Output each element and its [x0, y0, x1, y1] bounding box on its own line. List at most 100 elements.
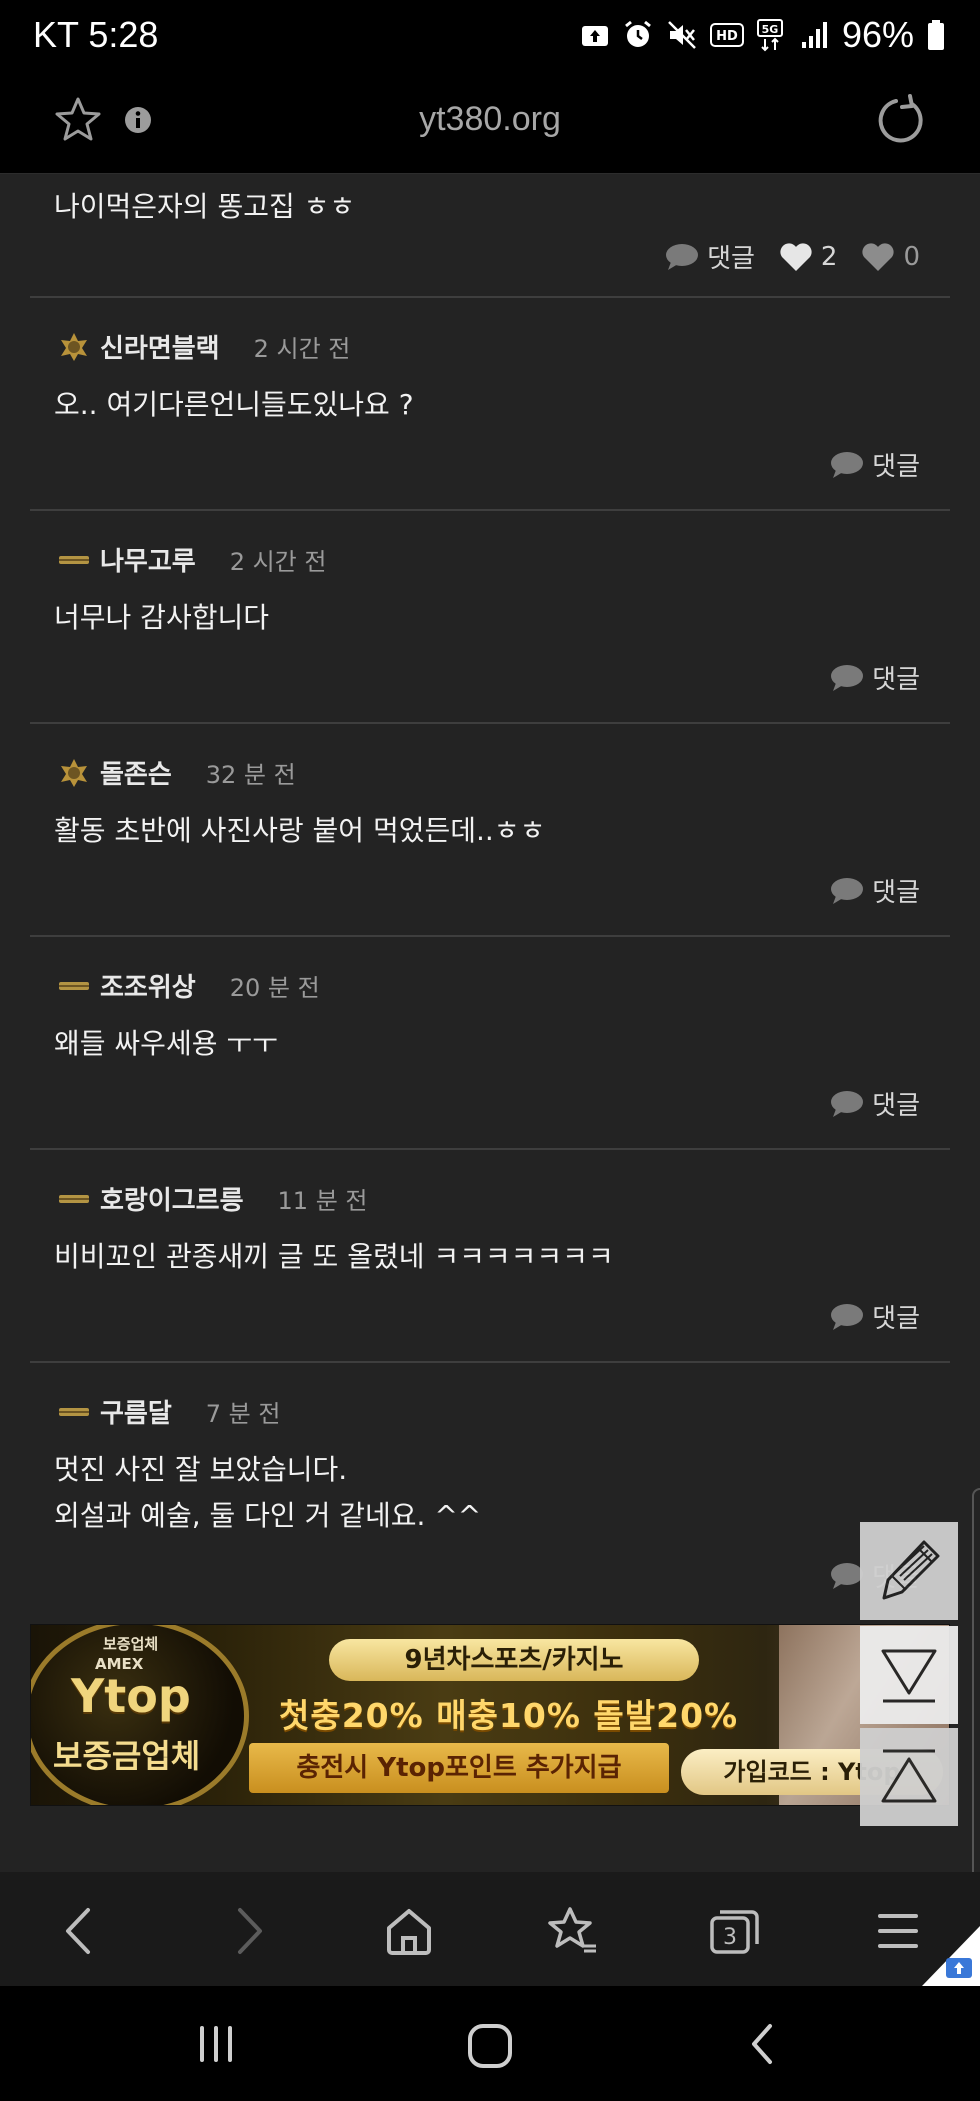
gold-badge-icon: [61, 332, 87, 361]
comment-header: 신라면블랙 2 시간 전: [58, 328, 350, 365]
comment-actions: 댓글 2 0: [665, 238, 920, 275]
comment-text: 왜들 싸우세용 ㅜㅜ: [54, 1027, 278, 1060]
speech-bubble-icon: [831, 1090, 864, 1117]
browser-bottom-nav: 3: [0, 1872, 980, 1986]
edge-panel-handle[interactable]: [972, 1488, 980, 1904]
reply-label: 댓글: [872, 878, 920, 908]
tabs-icon[interactable]: 3: [708, 1906, 762, 1960]
url-field[interactable]: yt380.org: [0, 100, 980, 139]
comment-text: 활동 초반에 사진사랑 붙어 먹었든데..ㅎㅎ: [54, 814, 546, 847]
comment-author[interactable]: 돌존슨: [100, 754, 172, 791]
comment-author[interactable]: 신라면블랙: [100, 328, 220, 365]
scroll-down-icon: [881, 1649, 937, 1703]
banner-bonus: 첫충20% 매충10% 돌발20%: [279, 1696, 739, 1735]
comment-text: 멋진 사진 잘 보았습니다. 외설과 예술, 둘 다인 거 같네요. ^^: [54, 1447, 481, 1539]
comment-time: 11 분 전: [277, 1187, 368, 1215]
comment-actions: 댓글: [830, 872, 920, 909]
like-count: 2: [820, 241, 838, 272]
comment-header: 조조위상 20 분 전: [58, 967, 320, 1004]
browser-toolbar: yt380.org: [0, 76, 980, 174]
comment-text: 비비꼬인 관종새끼 글 또 올렸네 ㅋㅋㅋㅋㅋㅋㅋ: [54, 1240, 614, 1273]
bar-badge-icon: [59, 555, 89, 564]
comment-text: 오.. 여기다른언니들도있나요 ?: [54, 388, 414, 421]
scroll-top-button[interactable]: [860, 1728, 958, 1826]
comment-header: 구름달 7 분 전: [58, 1393, 280, 1430]
upload-icon: [581, 26, 608, 46]
reply-label: 댓글: [707, 244, 755, 274]
bookmarks-icon[interactable]: [546, 1906, 598, 1960]
comment-author[interactable]: 구름달: [100, 1393, 172, 1430]
speech-bubble-icon: [831, 451, 864, 478]
reply-label: 댓글: [872, 665, 920, 695]
reply-button[interactable]: 댓글: [830, 446, 920, 483]
reply-label: 댓글: [872, 1304, 920, 1334]
svg-text:5G: 5G: [762, 23, 779, 36]
status-icons: HD 5G 96%: [580, 14, 946, 56]
speech-bubble-icon: [831, 664, 864, 691]
carrier-time: KT 5:28: [33, 14, 159, 55]
comment-actions: 댓글: [830, 1298, 920, 1335]
home-button-icon[interactable]: [466, 2022, 514, 2074]
signal-icon: [801, 22, 827, 48]
comment-item: 나무고루 2 시간 전 너무나 감사합니다 댓글: [30, 511, 950, 724]
comment-author[interactable]: 조조위상: [100, 967, 196, 1004]
recent-apps-icon[interactable]: [194, 2022, 238, 2070]
system-back-icon[interactable]: [744, 2022, 784, 2070]
forward-icon[interactable]: [226, 1906, 270, 1960]
comment-line: 외설과 예술, 둘 다인 거 같네요. ^^: [54, 1499, 482, 1532]
comment-time: 2 시간 전: [253, 335, 351, 363]
comments-area: 나이먹은자의 똥고집 ㅎㅎ 댓글 2 0 신라면블랙 2 시간 전 오.. 여기…: [0, 174, 980, 1872]
folder-upload-icon[interactable]: [922, 1926, 980, 1986]
like-button[interactable]: 2: [779, 241, 838, 272]
banner-logo: Ytop: [71, 1669, 191, 1723]
battery-percent: 96%: [841, 14, 914, 55]
banner-points: 충전시 Ytop포인트 추가지급: [249, 1743, 669, 1793]
pencil-icon: [882, 1540, 940, 1600]
reply-button[interactable]: 댓글: [665, 238, 755, 275]
bar-badge-icon: [59, 981, 89, 990]
menu-icon[interactable]: [876, 1906, 920, 1960]
reload-icon[interactable]: [872, 92, 928, 152]
comment-time: 20 분 전: [229, 974, 320, 1002]
speech-bubble-icon: [831, 877, 864, 904]
comment-text: 나이먹은자의 똥고집 ㅎㅎ: [54, 190, 356, 223]
comment-actions: 댓글: [830, 446, 920, 483]
gold-badge-icon: [61, 758, 87, 787]
heart-outline-icon: [862, 242, 895, 271]
comment-time: 7 분 전: [205, 1400, 281, 1428]
hd-icon: HD: [709, 23, 744, 47]
reply-label: 댓글: [872, 1091, 920, 1121]
dislike-count: 0: [903, 241, 920, 272]
tabs-count: 3: [723, 1925, 737, 1950]
bar-badge-icon: [59, 1407, 89, 1416]
comment-time: 32 분 전: [205, 761, 296, 789]
dislike-button[interactable]: 0: [861, 242, 920, 272]
comment-header: 나무고루 2 시간 전: [58, 541, 326, 578]
comment-time: 2 시간 전: [229, 548, 327, 576]
reply-button[interactable]: 댓글: [830, 659, 920, 696]
comment-line: 멋진 사진 잘 보았습니다.: [54, 1453, 348, 1486]
home-icon[interactable]: [384, 1906, 434, 1960]
comment-author[interactable]: 호랑이그르릉: [100, 1180, 244, 1217]
status-bar: KT 5:28 HD 5G 96%: [0, 0, 980, 76]
comment-item: 호랑이그르릉 11 분 전 비비꼬인 관종새끼 글 또 올렸네 ㅋㅋㅋㅋㅋㅋㅋ …: [30, 1150, 950, 1363]
write-button[interactable]: [860, 1522, 958, 1620]
reply-label: 댓글: [872, 452, 920, 482]
comment-actions: 댓글: [830, 659, 920, 696]
reply-button[interactable]: 댓글: [830, 1298, 920, 1335]
banner-headline: 9년차스포츠/카지노: [329, 1639, 699, 1681]
scroll-up-icon: [881, 1749, 937, 1803]
mute-icon: [668, 21, 696, 49]
comment-item: 나이먹은자의 똥고집 ㅎㅎ 댓글 2 0: [30, 174, 950, 298]
scroll-bottom-button[interactable]: [860, 1626, 958, 1724]
back-icon[interactable]: [58, 1906, 102, 1960]
ad-banner[interactable]: 보증업체 AMEX Ytop 보증금업체 9년차스포츠/카지노 첫충20% 매충…: [30, 1624, 950, 1806]
reply-button[interactable]: 댓글: [830, 872, 920, 909]
comment-author[interactable]: 나무고루: [100, 541, 196, 578]
comment-header: 호랑이그르릉 11 분 전: [58, 1180, 368, 1217]
speech-bubble-icon: [666, 243, 699, 270]
reply-button[interactable]: 댓글: [830, 1085, 920, 1122]
comment-item: 돌존슨 32 분 전 활동 초반에 사진사랑 붙어 먹었든데..ㅎㅎ 댓글: [30, 724, 950, 937]
speech-bubble-icon: [831, 1303, 864, 1330]
comment-item: 구름달 7 분 전 멋진 사진 잘 보았습니다. 외설과 예술, 둘 다인 거 …: [30, 1363, 950, 1613]
